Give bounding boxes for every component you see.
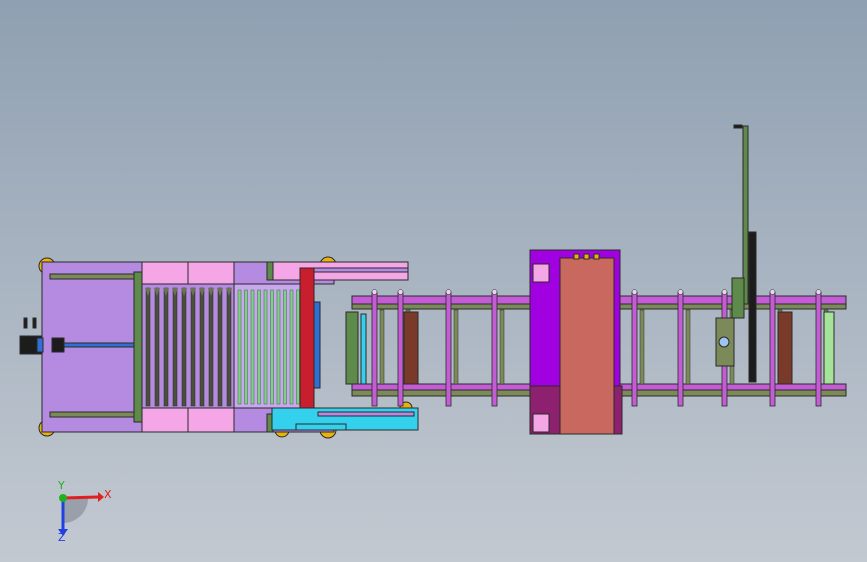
roller <box>685 309 691 385</box>
motor-terminal <box>32 317 37 329</box>
slide-bar-base <box>295 423 347 431</box>
motor-cap <box>36 337 44 353</box>
tower-bolt <box>583 253 590 260</box>
entry-roller-block <box>345 311 359 385</box>
roller-post <box>491 291 498 407</box>
slat <box>244 289 248 405</box>
coordinate-triad <box>58 492 104 536</box>
mast-pole <box>742 125 749 305</box>
roller-post <box>445 291 452 407</box>
sensor-block <box>532 413 550 433</box>
slat <box>237 289 242 405</box>
slat <box>289 289 294 405</box>
slat <box>208 287 214 407</box>
roller-post <box>371 291 378 407</box>
roller-post <box>397 291 404 407</box>
conveyor-line[interactable] <box>345 124 847 435</box>
upper-guide-rail <box>49 273 137 280</box>
slat <box>190 287 196 407</box>
roller-cap <box>815 289 822 295</box>
mast-column <box>748 231 757 383</box>
divider-plate <box>133 271 143 423</box>
tower-bolt <box>573 253 580 260</box>
upper-arm-bar <box>309 267 409 273</box>
roller-cap <box>397 289 404 295</box>
y-axis-dot <box>59 494 67 502</box>
mast-bracket <box>731 277 745 319</box>
tower-bolt <box>593 253 600 260</box>
roller <box>379 309 385 385</box>
x-axis-arrow <box>62 495 99 500</box>
roller-cap <box>371 289 378 295</box>
roller <box>499 309 505 385</box>
storage-bin <box>141 261 189 285</box>
slide-bar-track <box>317 411 415 417</box>
roller-cap <box>721 289 728 295</box>
gate-beam <box>299 267 315 427</box>
belt-segment <box>777 311 793 385</box>
cad-viewport[interactable]: X Y Z <box>0 0 867 562</box>
slat <box>283 289 287 405</box>
mast-sensor <box>718 336 730 348</box>
triad-shadow <box>63 498 88 523</box>
slat <box>163 287 169 407</box>
motor-coupling <box>51 337 65 353</box>
drive-shaft <box>59 342 141 348</box>
storage-bin <box>141 407 189 433</box>
slat <box>181 287 187 407</box>
belt-segment <box>403 311 419 385</box>
slat <box>276 289 281 405</box>
y-axis-label: Y <box>58 479 65 492</box>
station-tower <box>559 257 615 435</box>
roller-post <box>631 291 638 407</box>
roller-post <box>815 291 822 407</box>
roller <box>453 309 459 385</box>
roller-post <box>677 291 684 407</box>
slat <box>296 289 300 405</box>
slat <box>172 287 178 407</box>
x-axis-label: X <box>104 488 112 501</box>
roller-cap <box>445 289 452 295</box>
slat <box>199 287 205 407</box>
entry-roller <box>360 313 367 385</box>
slat <box>263 289 268 405</box>
roller-cap <box>769 289 776 295</box>
belt-segment-lime <box>823 311 835 385</box>
mast-cap <box>733 124 743 129</box>
z-axis-label: Z <box>58 531 66 544</box>
sensor-block <box>532 263 550 283</box>
roller-cap <box>677 289 684 295</box>
slat <box>226 287 232 407</box>
slat <box>257 289 261 405</box>
storage-bin <box>187 261 235 285</box>
roller-cap <box>631 289 638 295</box>
machine-assembly-drawing[interactable] <box>0 0 867 562</box>
lower-guide-rail <box>49 411 137 418</box>
guide-post <box>266 261 274 281</box>
roller-post <box>769 291 776 407</box>
motor-terminal <box>23 317 28 329</box>
slat <box>270 289 274 405</box>
slat <box>154 287 160 407</box>
slat <box>250 289 255 405</box>
slat <box>145 287 151 407</box>
storage-bin <box>187 407 235 433</box>
roller-cap <box>491 289 498 295</box>
roller <box>639 309 645 385</box>
slat <box>217 287 223 407</box>
